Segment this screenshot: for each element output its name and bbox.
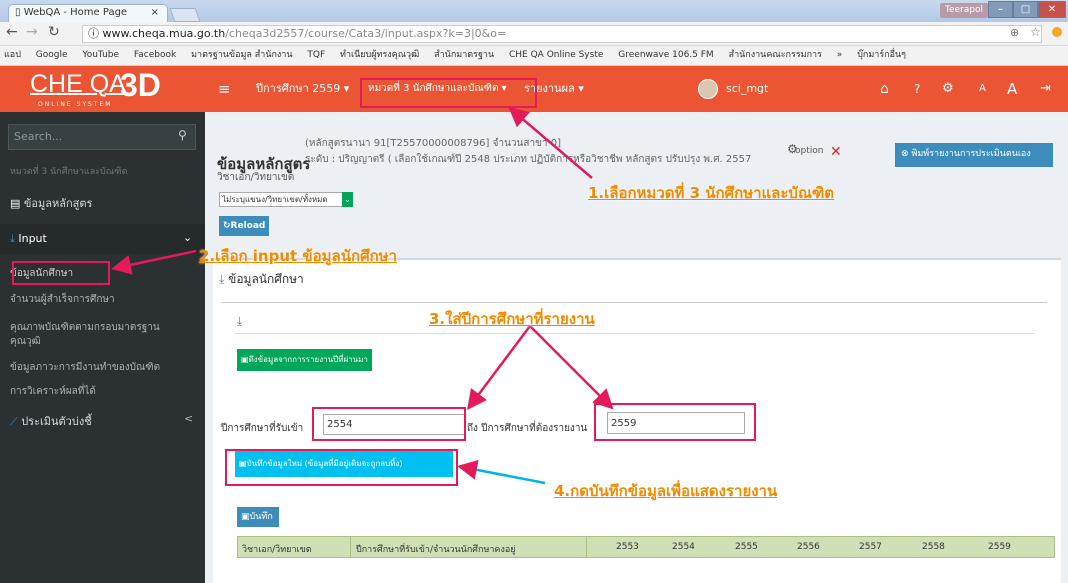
annotation-step2: 2.เลือก input ข้อมูลนักศึกษา xyxy=(199,247,397,265)
annotation-step4: 4.กดบันทึกข้อมูลเพื่อแสดงรายงาน xyxy=(554,482,778,500)
annotation-arrows xyxy=(111,106,614,485)
annotation-step1: 1.เลือกหมวดที่ 3 นักศึกษาและบัณฑิต xyxy=(588,184,835,202)
annotation-step3: 3.ใส่ปีการศึกษาที่รายงาน xyxy=(429,310,595,328)
